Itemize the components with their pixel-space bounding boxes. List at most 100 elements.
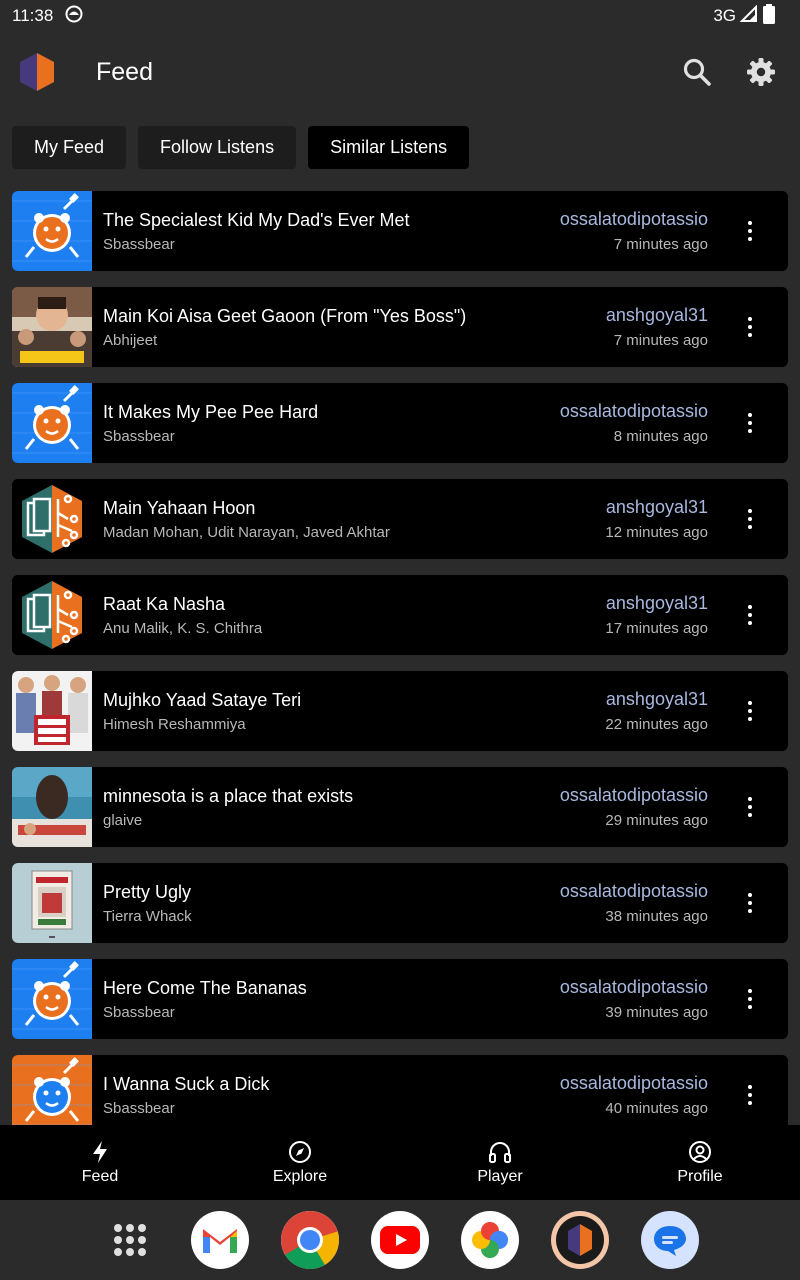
page-title: Feed	[96, 57, 153, 86]
search-icon	[683, 58, 711, 86]
album-art	[12, 383, 92, 463]
bottom-nav: Feed Explore Player Profile	[0, 1125, 800, 1200]
listen-timestamp: 7 minutes ago	[613, 332, 708, 349]
listener-username[interactable]: anshgoyal31	[605, 689, 708, 710]
battery-icon	[762, 3, 776, 29]
more-vert-icon	[748, 605, 752, 625]
album-art	[12, 191, 92, 271]
listener-username[interactable]: ossalatodipotassio	[560, 881, 708, 902]
more-options-button[interactable]	[712, 191, 788, 271]
gear-icon	[747, 58, 775, 86]
feed-item[interactable]: Pretty Ugly Tierra Whack ossalatodipotas…	[12, 863, 788, 943]
album-art	[12, 959, 92, 1039]
listener-username[interactable]: ossalatodipotassio	[560, 977, 708, 998]
track-artist: Sbassbear	[103, 1099, 175, 1117]
profile-icon	[689, 1140, 711, 1163]
track-title: Main Yahaan Hoon	[103, 497, 256, 518]
nav-player[interactable]: Player	[400, 1125, 600, 1200]
feed-tabs: My Feed Follow Listens Similar Listens	[12, 126, 470, 169]
album-art	[12, 671, 92, 751]
listen-timestamp: 39 minutes ago	[605, 1004, 708, 1021]
more-options-button[interactable]	[712, 383, 788, 463]
feed-item[interactable]: Main Koi Aisa Geet Gaoon (From "Yes Boss…	[12, 287, 788, 367]
album-art	[12, 863, 92, 943]
listener-username[interactable]: ossalatodipotassio	[560, 209, 708, 230]
track-artist: Abhijeet	[103, 331, 158, 349]
album-art	[12, 575, 92, 655]
track-artist: Anu Malik, K. S. Chithra	[103, 619, 263, 637]
track-artist: Sbassbear	[103, 1003, 175, 1021]
nav-profile[interactable]: Profile	[600, 1125, 800, 1200]
more-vert-icon	[748, 413, 752, 433]
listener-username[interactable]: ossalatodipotassio	[560, 785, 708, 806]
chrome-icon[interactable]	[281, 1211, 339, 1269]
listen-timestamp: 29 minutes ago	[605, 812, 708, 829]
feed-item[interactable]: I Wanna Suck a Dick Sbassbear ossalatodi…	[12, 1055, 788, 1125]
listen-timestamp: 22 minutes ago	[605, 716, 708, 733]
settings-button[interactable]	[744, 55, 778, 89]
photos-icon[interactable]	[461, 1211, 519, 1269]
app-drawer-icon[interactable]	[101, 1211, 159, 1269]
more-vert-icon	[748, 509, 752, 529]
feed-item[interactable]: Main Yahaan Hoon Madan Mohan, Udit Naray…	[12, 479, 788, 559]
more-options-button[interactable]	[712, 479, 788, 559]
track-artist: Sbassbear	[103, 427, 175, 445]
more-options-button[interactable]	[712, 767, 788, 847]
listenbrainz-icon[interactable]	[551, 1211, 609, 1269]
nav-explore[interactable]: Explore	[200, 1125, 400, 1200]
track-artist: Tierra Whack	[103, 907, 192, 925]
compass-icon	[289, 1140, 311, 1163]
nav-profile-label: Profile	[677, 1167, 723, 1185]
track-title: The Specialest Kid My Dad's Ever Met	[103, 209, 410, 230]
listener-username[interactable]: ossalatodipotassio	[560, 401, 708, 422]
track-artist: Himesh Reshammiya	[103, 715, 246, 733]
search-button[interactable]	[680, 55, 714, 89]
more-options-button[interactable]	[712, 671, 788, 751]
more-options-button[interactable]	[712, 575, 788, 655]
track-artist: Madan Mohan, Udit Narayan, Javed Akhtar	[103, 523, 390, 541]
more-vert-icon	[748, 701, 752, 721]
feed-item[interactable]: Mujhko Yaad Sataye Teri Himesh Reshammiy…	[12, 671, 788, 751]
gmail-icon[interactable]	[191, 1211, 249, 1269]
nav-player-label: Player	[477, 1167, 523, 1185]
track-title: Main Koi Aisa Geet Gaoon (From "Yes Boss…	[103, 305, 467, 326]
tab-my-feed[interactable]: My Feed	[12, 126, 127, 169]
more-options-button[interactable]	[712, 863, 788, 943]
listener-username[interactable]: ossalatodipotassio	[560, 1073, 708, 1094]
bolt-icon	[93, 1140, 107, 1163]
more-vert-icon	[748, 989, 752, 1009]
feed-item[interactable]: minnesota is a place that exists glaive …	[12, 767, 788, 847]
headphones-icon	[489, 1141, 511, 1163]
tab-similar-listens[interactable]: Similar Listens	[308, 126, 470, 169]
feed-item[interactable]: Here Come The Bananas Sbassbear ossalato…	[12, 959, 788, 1039]
more-options-button[interactable]	[712, 287, 788, 367]
listen-timestamp: 7 minutes ago	[613, 236, 708, 253]
track-title: Raat Ka Nasha	[103, 593, 226, 614]
nav-feed[interactable]: Feed	[0, 1125, 200, 1200]
track-artist: Sbassbear	[103, 235, 175, 253]
feed-item[interactable]: It Makes My Pee Pee Hard Sbassbear ossal…	[12, 383, 788, 463]
more-options-button[interactable]	[712, 959, 788, 1039]
listen-timestamp: 38 minutes ago	[605, 908, 708, 925]
youtube-icon[interactable]	[371, 1211, 429, 1269]
notification-icon	[65, 5, 83, 28]
album-art	[12, 1055, 92, 1125]
listen-timestamp: 8 minutes ago	[613, 428, 708, 445]
signal-icon	[739, 4, 758, 28]
track-artist: glaive	[103, 811, 143, 829]
listener-username[interactable]: anshgoyal31	[606, 305, 708, 326]
listener-username[interactable]: anshgoyal31	[605, 497, 708, 518]
more-vert-icon	[748, 317, 752, 337]
listen-timestamp: 12 minutes ago	[605, 524, 708, 541]
feed-item[interactable]: The Specialest Kid My Dad's Ever Met Sba…	[12, 191, 788, 271]
feed-item[interactable]: Raat Ka Nasha Anu Malik, K. S. Chithra a…	[12, 575, 788, 655]
listener-username[interactable]: anshgoyal31	[605, 593, 708, 614]
more-options-button[interactable]	[712, 1055, 788, 1125]
tab-follow-listens[interactable]: Follow Listens	[138, 126, 297, 169]
messages-icon[interactable]	[641, 1211, 699, 1269]
app-dock	[0, 1200, 800, 1280]
listenbrainz-logo-icon	[16, 51, 58, 93]
nav-explore-label: Explore	[272, 1167, 328, 1185]
listen-timestamp: 40 minutes ago	[605, 1100, 708, 1117]
track-title: Pretty Ugly	[103, 881, 192, 902]
